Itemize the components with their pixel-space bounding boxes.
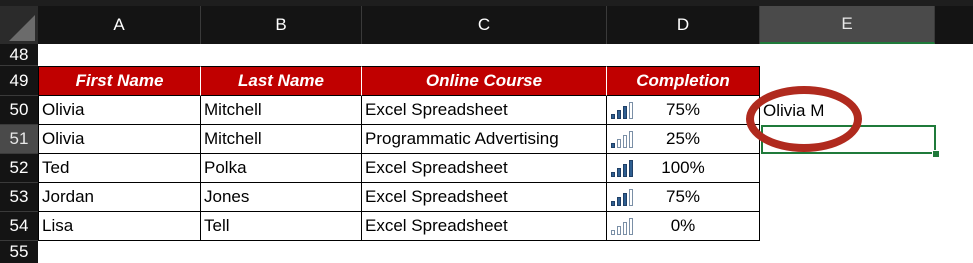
signal-bar <box>629 160 633 177</box>
signal-bar <box>617 139 621 148</box>
signal-bar <box>629 102 633 119</box>
cell-first-name[interactable]: Olivia <box>38 125 201 154</box>
column-header-d[interactable]: D <box>607 6 760 44</box>
cell-last-name[interactable]: Mitchell <box>201 96 362 125</box>
signal-bar <box>623 222 627 235</box>
signal-bar <box>617 197 621 206</box>
signal-bar <box>611 114 615 119</box>
row-header-54[interactable]: 54 <box>0 212 38 241</box>
cell-first-name[interactable]: Ted <box>38 154 201 183</box>
signal-bar <box>617 110 621 119</box>
cell-first-name[interactable]: Lisa <box>38 212 201 241</box>
cell-online-course[interactable]: Excel Spreadsheet <box>362 212 607 241</box>
column-header-a[interactable]: A <box>38 6 201 44</box>
select-all-triangle-icon <box>9 15 35 41</box>
row-header-49[interactable]: 49 <box>0 66 38 96</box>
column-header-e[interactable]: E <box>760 6 935 44</box>
signal-bar <box>623 135 627 148</box>
column-header-b[interactable]: B <box>201 6 362 44</box>
header-online-course[interactable]: Online Course <box>362 66 607 96</box>
fill-handle[interactable] <box>932 150 940 158</box>
header-first-name[interactable]: First Name <box>38 66 201 96</box>
row-header-51[interactable]: 51 <box>0 125 38 154</box>
cell-online-course[interactable]: Programmatic Advertising <box>362 125 607 154</box>
signal-bars-icon <box>611 130 633 148</box>
select-all-corner[interactable] <box>0 6 38 44</box>
signal-bars-icon <box>611 159 633 177</box>
cell-online-course[interactable]: Excel Spreadsheet <box>362 183 607 212</box>
header-completion[interactable]: Completion <box>607 66 760 96</box>
signal-bar <box>623 106 627 119</box>
row-header-50[interactable]: 50 <box>0 96 38 125</box>
cell-first-name[interactable]: Jordan <box>38 183 201 212</box>
signal-bar <box>623 164 627 177</box>
signal-bars-icon <box>611 188 633 206</box>
signal-bar <box>611 230 615 235</box>
cell-last-name[interactable]: Tell <box>201 212 362 241</box>
cell-last-name[interactable]: Jones <box>201 183 362 212</box>
signal-bar <box>611 201 615 206</box>
row-header-48[interactable]: 48 <box>0 44 38 66</box>
signal-bar <box>623 193 627 206</box>
row-header-52[interactable]: 52 <box>0 154 38 183</box>
column-header-f-partial[interactable] <box>935 6 973 44</box>
signal-bar <box>629 218 633 235</box>
cell-last-name[interactable]: Polka <box>201 154 362 183</box>
highlight-ellipse <box>746 86 862 152</box>
signal-bar <box>611 172 615 177</box>
row-header-53[interactable]: 53 <box>0 183 38 212</box>
signal-bar <box>629 131 633 148</box>
signal-bar <box>629 189 633 206</box>
signal-bar <box>611 143 615 148</box>
cell-last-name[interactable]: Mitchell <box>201 125 362 154</box>
signal-bars-icon <box>611 101 633 119</box>
header-last-name[interactable]: Last Name <box>201 66 362 96</box>
cell-first-name[interactable]: Olivia <box>38 96 201 125</box>
cell-online-course[interactable]: Excel Spreadsheet <box>362 154 607 183</box>
row-header-55[interactable]: 55 <box>0 241 38 263</box>
column-header-c[interactable]: C <box>362 6 607 44</box>
signal-bar <box>617 226 621 235</box>
signal-bars-icon <box>611 217 633 235</box>
signal-bar <box>617 168 621 177</box>
cell-online-course[interactable]: Excel Spreadsheet <box>362 96 607 125</box>
